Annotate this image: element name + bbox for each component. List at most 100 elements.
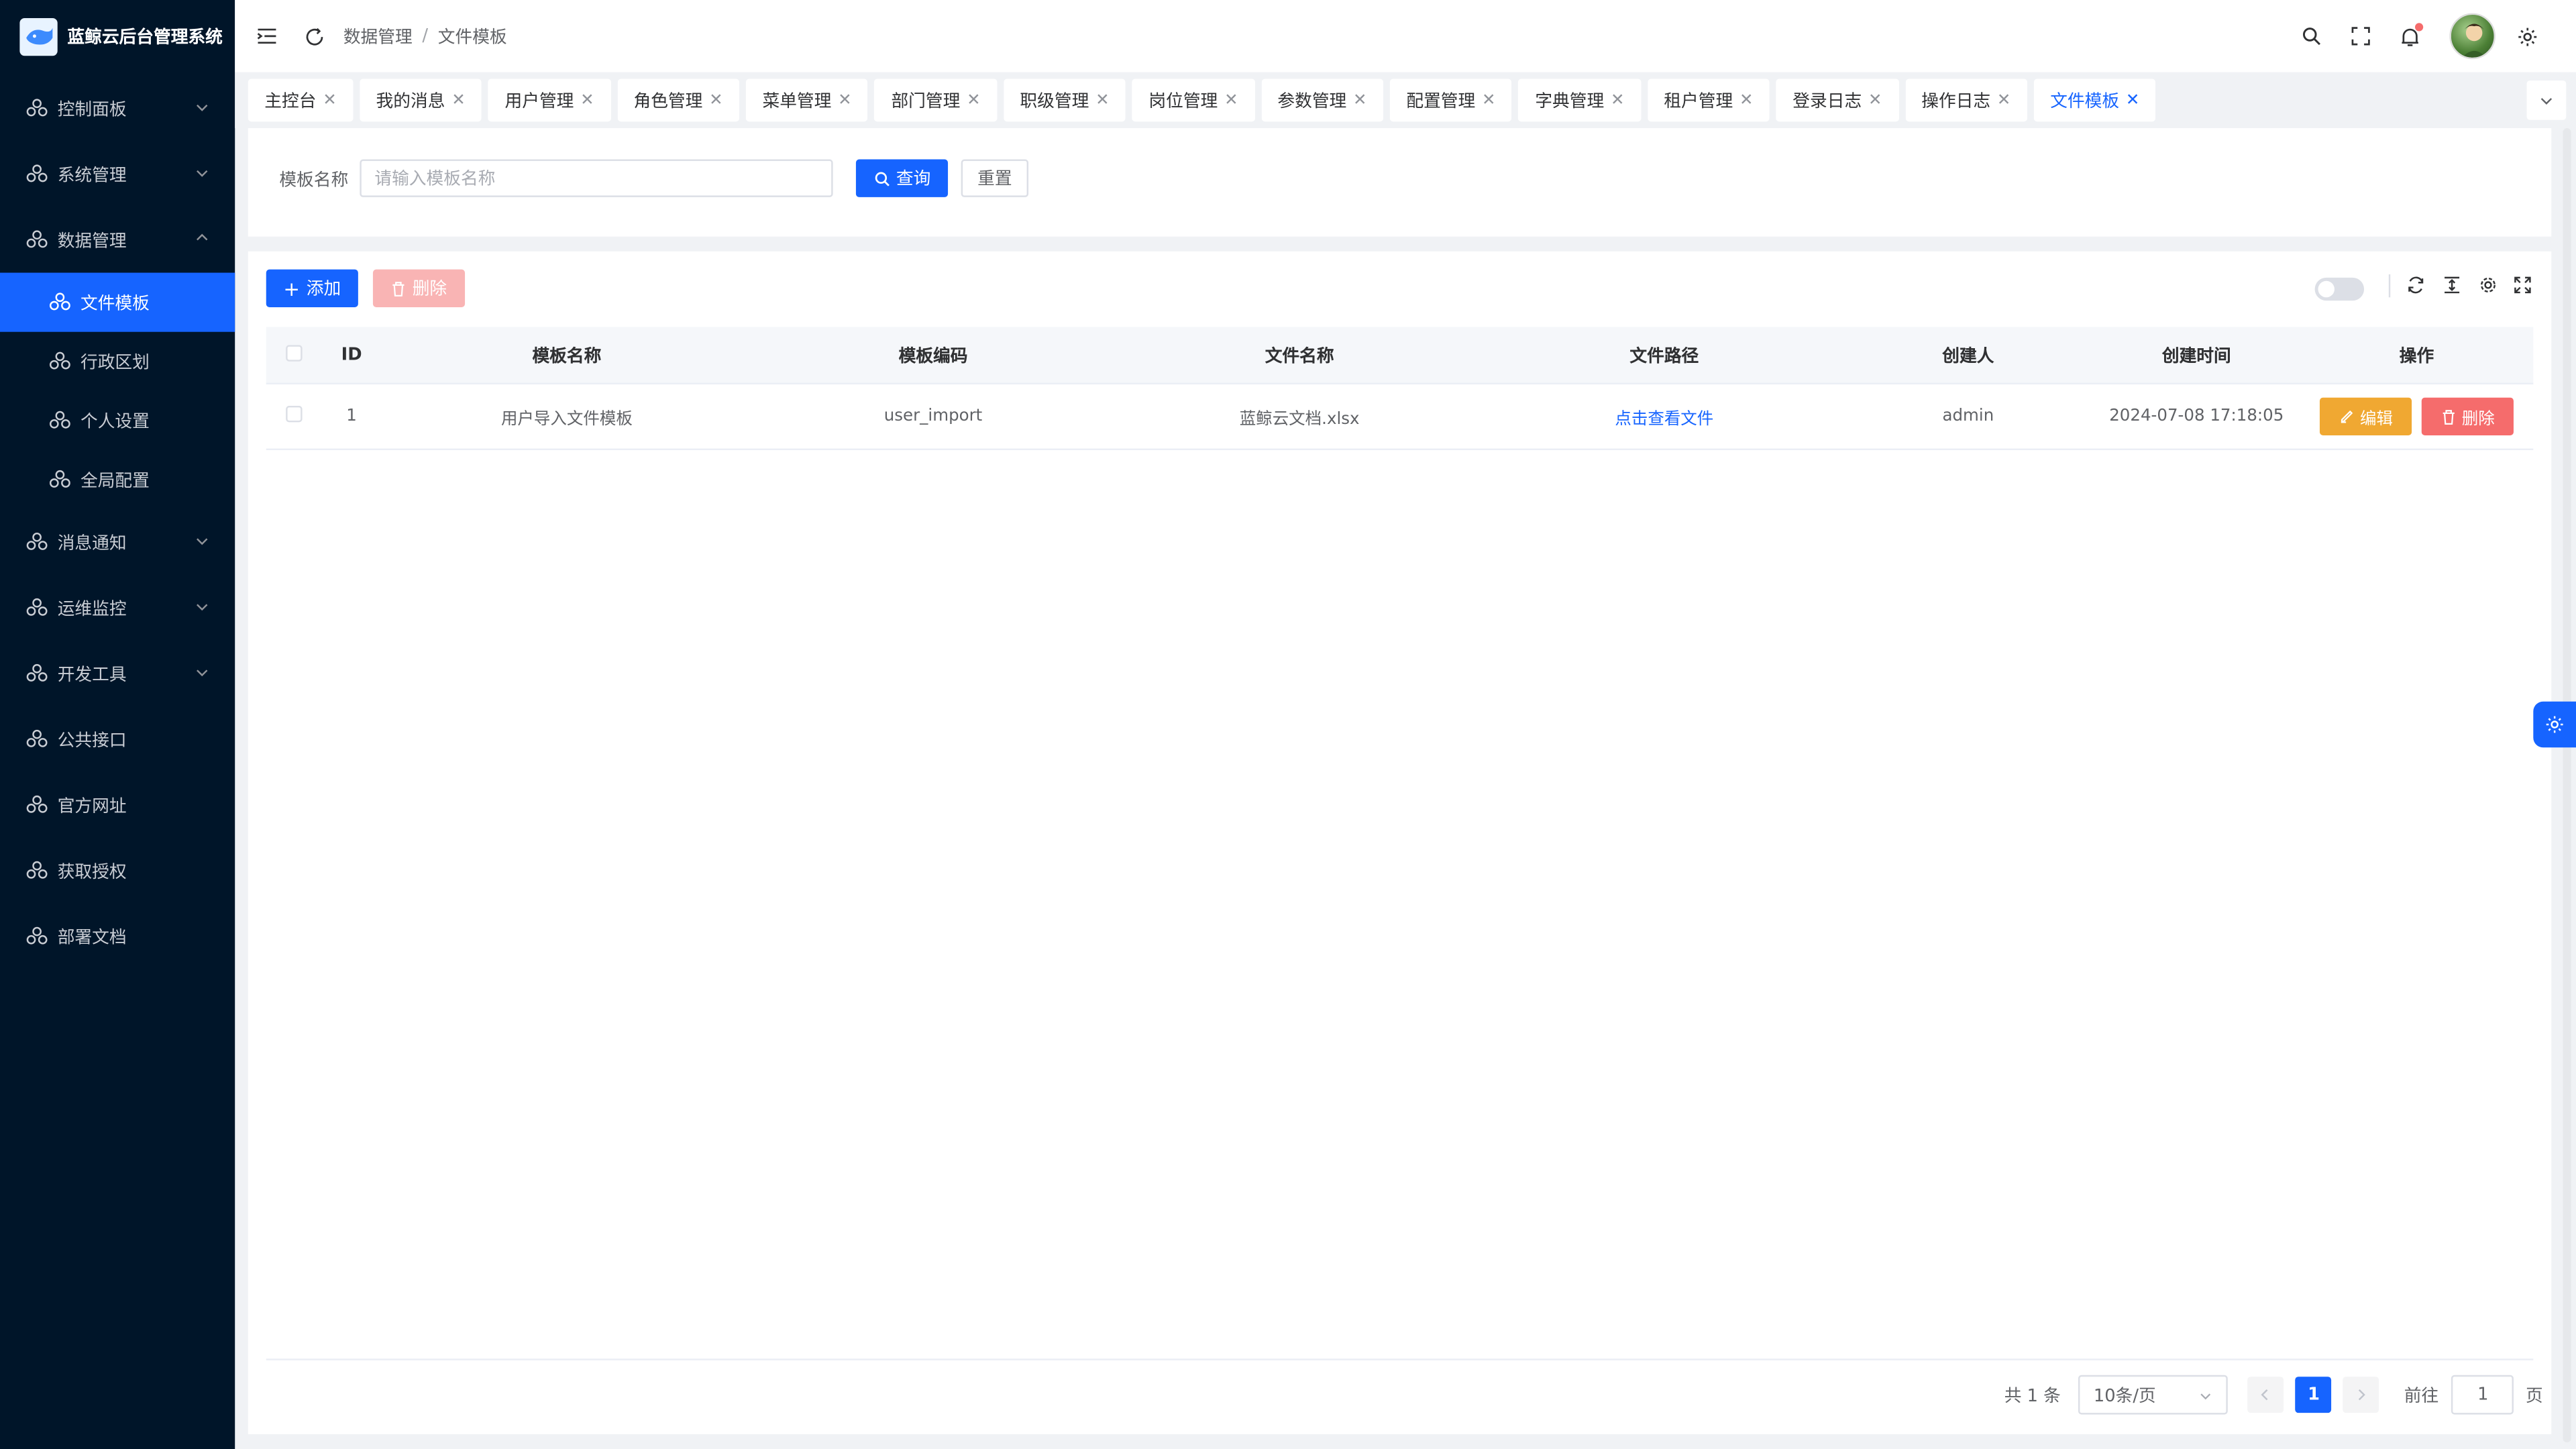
- bell-icon[interactable]: [2399, 23, 2424, 48]
- cell-creator: admin: [1942, 407, 1994, 426]
- settings-drawer-button[interactable]: [2533, 701, 2576, 748]
- search-icon[interactable]: [2300, 25, 2323, 48]
- close-icon[interactable]: ✕: [967, 91, 981, 109]
- sidebar-item-public-api[interactable]: 公共接口: [0, 706, 235, 772]
- close-icon[interactable]: ✕: [838, 91, 852, 109]
- next-page-button[interactable]: [2343, 1377, 2380, 1413]
- template-name-input[interactable]: 请输入模板名称: [360, 159, 833, 197]
- col-file-path[interactable]: 文件路径: [1485, 343, 1843, 368]
- sidebar-item-notify[interactable]: 消息通知: [0, 509, 235, 575]
- goto-page-input[interactable]: 1: [2451, 1375, 2514, 1415]
- chevron-right-icon: [2359, 1389, 2366, 1401]
- tab-label: 职级管理: [1020, 91, 1089, 111]
- select-all-checkbox[interactable]: [286, 344, 303, 361]
- close-icon[interactable]: ✕: [451, 91, 466, 109]
- close-icon[interactable]: ✕: [2126, 91, 2140, 109]
- gear-icon[interactable]: [2515, 25, 2538, 48]
- delete-button[interactable]: 删除: [2421, 397, 2514, 435]
- tabs-dropdown-button[interactable]: [2526, 80, 2567, 120]
- refresh-icon[interactable]: [2405, 274, 2424, 294]
- tab-positions[interactable]: 岗位管理 ✕: [1132, 78, 1255, 122]
- gear-icon[interactable]: [2477, 274, 2497, 294]
- tab-params[interactable]: 参数管理 ✕: [1260, 78, 1384, 122]
- sidebar-item-deploy-docs[interactable]: 部署文档: [0, 904, 235, 969]
- prev-page-button[interactable]: [2248, 1377, 2284, 1413]
- page-scrollbar[interactable]: [2563, 128, 2571, 1443]
- close-icon[interactable]: ✕: [1095, 91, 1110, 109]
- menu-fold-icon[interactable]: [255, 25, 278, 48]
- close-icon[interactable]: ✕: [1353, 91, 1367, 109]
- close-icon[interactable]: ✕: [709, 91, 723, 109]
- chevron-down-icon: [2540, 98, 2553, 105]
- tab-menus[interactable]: 菜单管理 ✕: [745, 78, 869, 122]
- sidebar-item-system[interactable]: 系统管理: [0, 142, 235, 207]
- close-icon[interactable]: ✕: [1739, 91, 1754, 109]
- query-button[interactable]: 查询: [855, 159, 949, 197]
- tab-tenants[interactable]: 租户管理 ✕: [1647, 78, 1770, 122]
- tab-users[interactable]: 用户管理 ✕: [488, 78, 611, 122]
- logo-area[interactable]: 蓝鲸云后台管理系统: [0, 0, 235, 72]
- tab-label: 参数管理: [1277, 91, 1347, 111]
- add-button[interactable]: + 添加: [266, 269, 358, 307]
- batch-delete-button[interactable]: 删除: [372, 269, 466, 307]
- sidebar-item-label: 控制面板: [57, 99, 127, 119]
- refresh-icon[interactable]: [303, 25, 325, 48]
- tab-login-log[interactable]: 登录日志 ✕: [1776, 78, 1898, 122]
- notification-dot: [2415, 23, 2424, 32]
- page-suffix-label: 页: [2525, 1385, 2543, 1406]
- close-icon[interactable]: ✕: [1868, 91, 1882, 109]
- row-checkbox[interactable]: [286, 405, 303, 423]
- tab-dashboard[interactable]: 主控台 ✕: [248, 78, 354, 122]
- tab-departments[interactable]: 部门管理 ✕: [874, 78, 998, 122]
- page-number-current[interactable]: 1: [2296, 1377, 2332, 1413]
- tab-operation-log[interactable]: 操作日志 ✕: [1904, 78, 2027, 122]
- sidebar-item-devtools[interactable]: 开发工具: [0, 641, 235, 706]
- view-file-link[interactable]: 点击查看文件: [1485, 404, 1843, 429]
- menu-icon: [49, 469, 70, 490]
- close-icon[interactable]: ✕: [323, 91, 337, 109]
- tab-file-template[interactable]: 文件模板 ✕: [2033, 78, 2156, 122]
- close-icon[interactable]: ✕: [1224, 91, 1238, 109]
- tab-ranks[interactable]: 职级管理 ✕: [1003, 78, 1126, 122]
- sidebar-subitem-global-config[interactable]: 全局配置: [0, 450, 235, 509]
- col-file-name[interactable]: 文件名称: [1114, 343, 1485, 368]
- col-template-name[interactable]: 模板名称: [381, 343, 752, 368]
- page-size-value: 10条/页: [2093, 1385, 2156, 1406]
- fullscreen-icon[interactable]: [2512, 274, 2531, 294]
- tab-label: 岗位管理: [1148, 91, 1218, 111]
- whale-logo-icon: [19, 17, 58, 56]
- breadcrumb-item[interactable]: 数据管理: [343, 24, 413, 49]
- col-creator[interactable]: 创建人: [1843, 343, 2093, 368]
- edit-button[interactable]: 编辑: [2319, 397, 2412, 435]
- tab-roles[interactable]: 角色管理 ✕: [617, 78, 740, 122]
- toggle-switch[interactable]: [2314, 277, 2365, 301]
- reset-button[interactable]: 重置: [961, 159, 1029, 197]
- footer-divider: [266, 1358, 2534, 1360]
- page-size-select[interactable]: 10条/页: [2078, 1375, 2229, 1415]
- col-id[interactable]: ID: [322, 345, 381, 364]
- close-icon[interactable]: ✕: [1997, 91, 2011, 109]
- col-template-code[interactable]: 模板编码: [753, 343, 1114, 368]
- tab-configs[interactable]: 配置管理 ✕: [1389, 78, 1513, 122]
- tab-dicts[interactable]: 字典管理 ✕: [1518, 78, 1642, 122]
- close-icon[interactable]: ✕: [1611, 91, 1625, 109]
- sidebar-item-data[interactable]: 数据管理: [0, 207, 235, 273]
- tab-messages[interactable]: 我的消息 ✕: [360, 78, 482, 122]
- close-icon[interactable]: ✕: [1482, 91, 1496, 109]
- sidebar-subitem-region[interactable]: 行政区划: [0, 332, 235, 391]
- table-row[interactable]: 1 用户导入文件模板 user_import 蓝鲸云文档.xlsx 点击查看文件…: [266, 384, 2534, 451]
- sidebar-item-website[interactable]: 官方网址: [0, 772, 235, 838]
- column-height-icon[interactable]: [2441, 274, 2461, 294]
- menu-icon: [26, 663, 48, 684]
- sidebar-item-ops[interactable]: 运维监控: [0, 575, 235, 641]
- tab-label: 菜单管理: [762, 91, 832, 111]
- close-icon[interactable]: ✕: [580, 91, 594, 109]
- avatar[interactable]: [2449, 13, 2496, 60]
- col-created-time[interactable]: 创建时间: [2093, 343, 2300, 368]
- sidebar-item-dashboard[interactable]: 控制面板: [0, 76, 235, 142]
- search-panel: 模板名称 请输入模板名称 查询 重置: [248, 128, 2552, 237]
- sidebar-subitem-file-template[interactable]: 文件模板: [0, 272, 235, 332]
- fullscreen-icon[interactable]: [2349, 25, 2372, 48]
- sidebar-subitem-personal[interactable]: 个人设置: [0, 391, 235, 450]
- sidebar-item-license[interactable]: 获取授权: [0, 838, 235, 904]
